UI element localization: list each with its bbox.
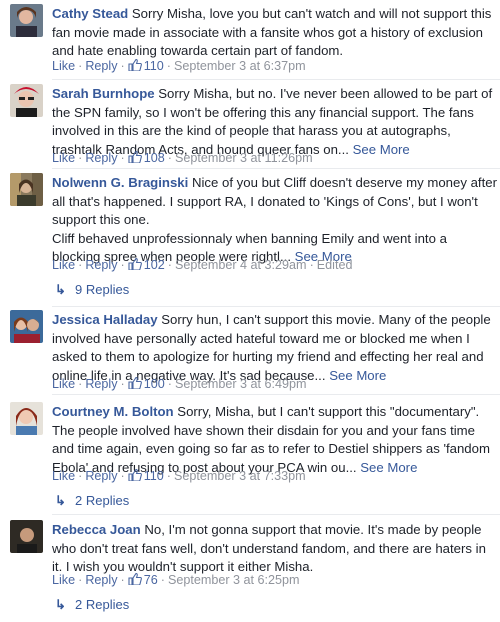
avatar[interactable] — [10, 173, 43, 206]
separator: · — [167, 151, 172, 165]
like-button[interactable]: Like — [52, 151, 75, 165]
comment-actions: Like · Reply · 102 · September 4 at 3:29am · Edi… — [52, 258, 352, 272]
separator: · — [167, 377, 172, 391]
reply-button[interactable]: Reply — [85, 258, 117, 272]
comment-author[interactable]: Jessica Halladay — [52, 312, 158, 327]
view-replies-link[interactable]: ↳ 2 Replies — [55, 597, 129, 613]
thumbs-up-icon — [128, 377, 142, 389]
reply-button[interactable]: Reply — [85, 151, 117, 165]
avatar[interactable] — [10, 84, 43, 117]
replies-count: 2 Replies — [75, 493, 130, 508]
avatar[interactable] — [10, 402, 43, 435]
divider — [52, 168, 500, 169]
comment-body: Nolwenn G. Braginski Nice of you but Cli… — [52, 174, 498, 267]
divider — [52, 514, 500, 515]
thumbs-up-icon — [128, 59, 142, 71]
see-more-link[interactable]: See More — [360, 460, 417, 475]
divider — [52, 394, 500, 395]
reply-arrow-icon: ↳ — [55, 493, 66, 508]
thumbs-up-icon — [128, 151, 142, 163]
view-replies-link[interactable]: ↳ 2 Replies — [55, 493, 129, 509]
thumbs-up-icon — [128, 573, 142, 585]
timestamp[interactable]: September 3 at 7:33pm — [174, 469, 306, 483]
edited-label[interactable]: Edited — [317, 258, 353, 272]
comment-author[interactable]: Sarah Burnhope — [52, 86, 155, 101]
comment-author[interactable]: Courtney M. Bolton — [52, 404, 174, 419]
comment-actions: Like · Reply · 100 · September 3 at 6:49pm — [52, 377, 307, 391]
avatar[interactable] — [10, 4, 43, 37]
comment-feed: Cathy Stead Sorry Misha, love you but ca… — [0, 0, 500, 622]
separator: · — [160, 573, 165, 587]
like-count[interactable]: 76 — [144, 573, 158, 587]
thumbs-up-icon — [128, 469, 142, 481]
like-count[interactable]: 100 — [144, 377, 165, 391]
separator: · — [167, 258, 172, 272]
view-replies-link[interactable]: ↳ 9 Replies — [55, 282, 129, 298]
reply-arrow-icon: ↳ — [55, 282, 66, 297]
separator: · — [120, 377, 125, 391]
separator: · — [78, 59, 83, 73]
avatar[interactable] — [10, 520, 43, 553]
timestamp[interactable]: September 3 at 6:25pm — [168, 573, 300, 587]
comment-body: Sarah Burnhope Sorry Misha, but no. I've… — [52, 85, 498, 159]
comment-actions: Like · Reply · 110 · September 3 at 6:37pm — [52, 59, 306, 73]
like-count[interactable]: 102 — [144, 258, 165, 272]
comment-body: Rebecca Joan No, I'm not gonna support t… — [52, 521, 498, 577]
like-count[interactable]: 110 — [144, 59, 164, 73]
reply-button[interactable]: Reply — [85, 469, 117, 483]
comment-author[interactable]: Cathy Stead — [52, 6, 128, 21]
reply-button[interactable]: Reply — [85, 573, 117, 587]
separator: · — [120, 573, 125, 587]
divider — [52, 306, 500, 307]
separator: · — [78, 573, 83, 587]
comment-actions: Like · Reply · 76 · September 3 at 6:25pm — [52, 573, 300, 587]
like-count[interactable]: 110 — [144, 469, 164, 483]
like-button[interactable]: Like — [52, 258, 75, 272]
see-more-link[interactable]: See More — [353, 142, 410, 157]
reply-arrow-icon: ↳ — [55, 597, 66, 612]
like-button[interactable]: Like — [52, 377, 75, 391]
separator: · — [309, 258, 314, 272]
like-count[interactable]: 108 — [144, 151, 165, 165]
comment-body: Jessica Halladay Sorry hun, I can't supp… — [52, 311, 498, 385]
separator: · — [120, 258, 125, 272]
like-button[interactable]: Like — [52, 59, 75, 73]
replies-count: 9 Replies — [75, 282, 130, 297]
thumbs-up-icon — [128, 258, 142, 270]
timestamp[interactable]: September 3 at 6:49pm — [175, 377, 307, 391]
separator: · — [78, 151, 83, 165]
comment-body: Cathy Stead Sorry Misha, love you but ca… — [52, 5, 498, 61]
comment-author[interactable]: Rebecca Joan — [52, 522, 141, 537]
separator: · — [78, 377, 83, 391]
reply-button[interactable]: Reply — [85, 377, 117, 391]
timestamp[interactable]: September 3 at 11:26pm — [175, 151, 313, 165]
comment-body: Courtney M. Bolton Sorry, Misha, but I c… — [52, 403, 498, 477]
separator: · — [78, 469, 83, 483]
separator: · — [120, 151, 125, 165]
timestamp[interactable]: September 3 at 6:37pm — [174, 59, 306, 73]
comment-actions: Like · Reply · 110 · September 3 at 7:33pm — [52, 469, 306, 483]
like-button[interactable]: Like — [52, 469, 75, 483]
like-button[interactable]: Like — [52, 573, 75, 587]
divider — [52, 79, 500, 80]
reply-button[interactable]: Reply — [85, 59, 117, 73]
avatar[interactable] — [10, 310, 43, 343]
separator: · — [120, 59, 125, 73]
separator: · — [166, 469, 171, 483]
replies-count: 2 Replies — [75, 597, 130, 612]
separator: · — [120, 469, 125, 483]
timestamp[interactable]: September 4 at 3:29am — [175, 258, 307, 272]
separator: · — [166, 59, 171, 73]
separator: · — [78, 258, 83, 272]
comment-actions: Like · Reply · 108 · September 3 at 11:26pm — [52, 151, 313, 165]
comment-author[interactable]: Nolwenn G. Braginski — [52, 175, 188, 190]
see-more-link[interactable]: See More — [329, 368, 386, 383]
